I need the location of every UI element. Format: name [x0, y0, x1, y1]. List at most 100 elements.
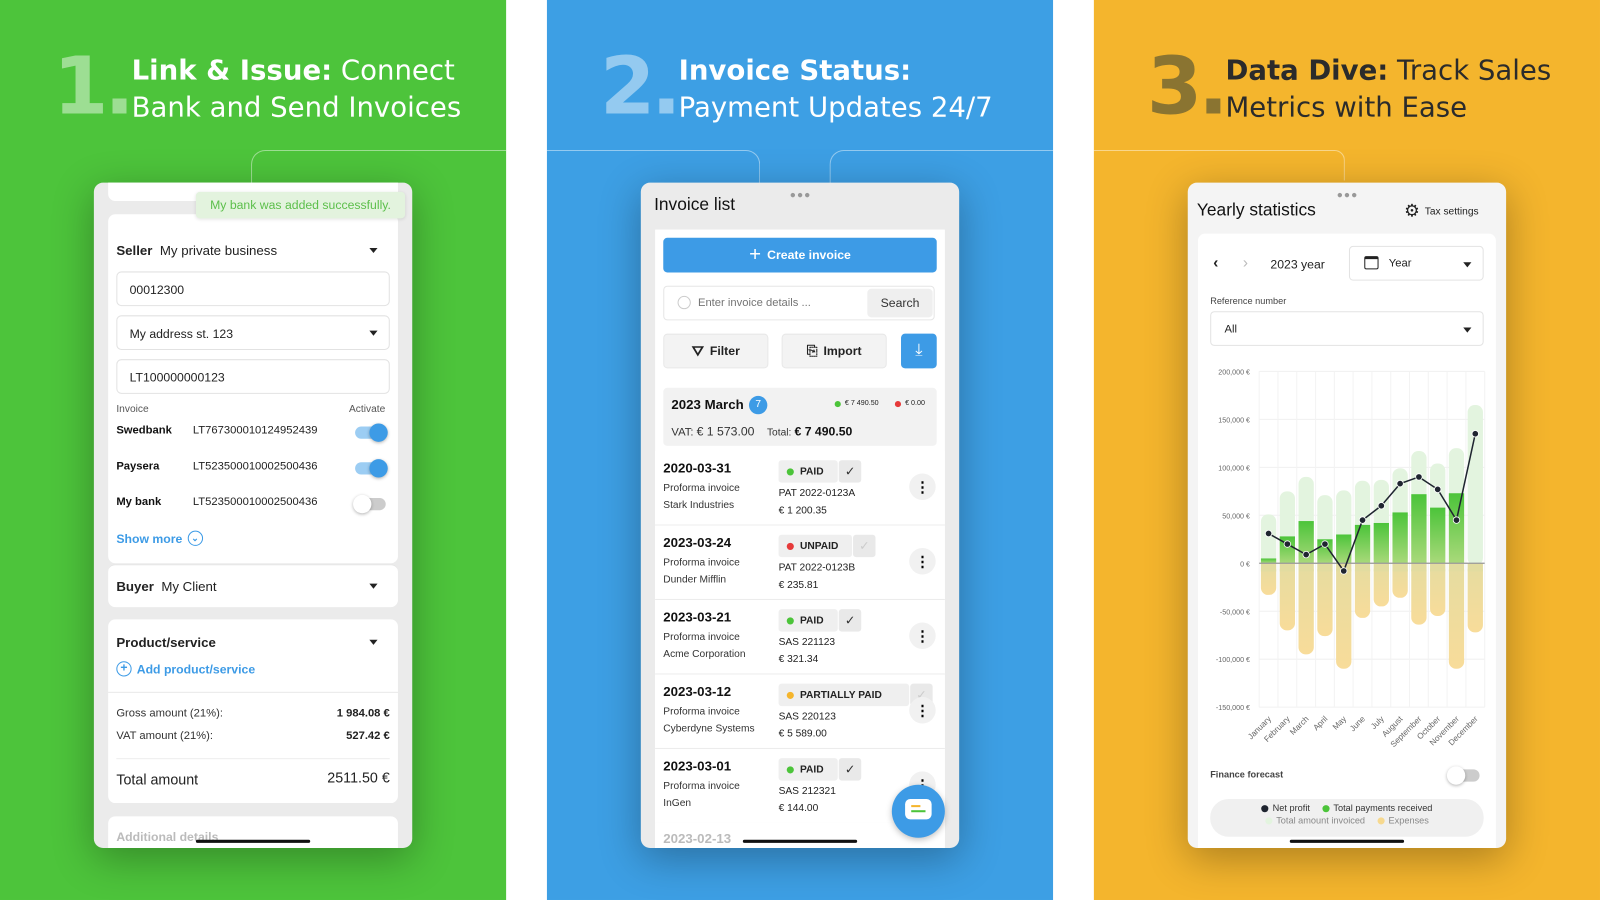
download-icon: ⤓ [915, 341, 923, 360]
bank-activate-toggle[interactable] [353, 494, 386, 514]
bar-expenses-top [1279, 563, 1296, 572]
mark-paid-button[interactable]: ✓ [838, 460, 862, 483]
chevron-down-icon[interactable] [369, 639, 378, 645]
chevron-down-icon[interactable] [369, 247, 378, 254]
import-button[interactable]: ⎘ Import [781, 333, 887, 369]
mark-paid-button[interactable]: ✓ [838, 609, 862, 632]
legend-dot-icon [1377, 816, 1385, 824]
net-profit-point [1471, 430, 1479, 438]
buyer-select[interactable]: Buyer My Client [116, 579, 216, 594]
kebab-icon: ⋮ [915, 478, 930, 495]
net-profit-point [1415, 473, 1423, 481]
bar-expenses-top [1260, 563, 1277, 572]
more-dots-icon: ●●● [789, 189, 812, 202]
bar-received [1354, 524, 1371, 564]
net-profit-point [1396, 479, 1404, 488]
success-toast: My bank was added successfully. [195, 191, 406, 219]
heading-rest: Track Sales [1388, 55, 1552, 87]
buyer-value: My Client [161, 578, 217, 594]
bar-expenses [1354, 563, 1371, 618]
invoice-client: Acme Corporation [663, 648, 746, 661]
more-options-button[interactable]: ⋮ [909, 622, 936, 649]
invoice-date: 2023-03-01 [663, 758, 732, 774]
show-more-link[interactable]: Show more ⌄ [116, 530, 203, 546]
search-input[interactable] [697, 289, 862, 317]
invoice-date: 2023-03-12 [663, 683, 732, 699]
seller-select[interactable]: Seller My private business [116, 243, 277, 258]
more-options-button[interactable]: ⋮ [909, 473, 936, 500]
more-options-button[interactable]: ⋮ [909, 696, 936, 724]
total-value: 2511.50 € [327, 769, 390, 786]
invoice-date: 2023-02-13 [663, 830, 732, 846]
y-tick-label: -50,000 € [1220, 608, 1250, 616]
more-options-button[interactable]: ⋮ [909, 547, 936, 575]
invoice-row[interactable]: 2020-03-31 Proforma invoice Stark Indust… [655, 451, 945, 526]
invoice-row[interactable]: 2023-03-21 Proforma invoice Acme Corpora… [655, 599, 945, 675]
legend-item: Total amount invoiced [1264, 815, 1365, 826]
kebab-icon: ⋮ [915, 627, 930, 644]
create-invoice-button[interactable]: + Create invoice [663, 237, 937, 273]
bank-activate-toggle[interactable] [355, 459, 388, 478]
filter-label: Filter [709, 343, 740, 359]
net-profit-point [1452, 516, 1461, 524]
mark-paid-button[interactable]: ✓ [838, 758, 862, 781]
address-select[interactable]: My address st. 123 [116, 315, 390, 350]
filter-icon: ⛛ [691, 342, 704, 359]
mark-paid-button[interactable]: ✓ [853, 534, 876, 558]
company-code-input[interactable]: 00012300 [116, 271, 390, 307]
panel-invoice-status: 2. Invoice Status: Payment Updates 24/7 ●… [546, 0, 1054, 900]
total-label: Total amount [116, 771, 199, 788]
heading-bold: Invoice Status: [678, 55, 912, 87]
home-indicator [742, 839, 858, 843]
check-icon: ✓ [844, 464, 856, 479]
invoice-ref: SAS 221123 [778, 636, 836, 648]
green-dot-icon [834, 400, 841, 407]
step-number: 1. [53, 40, 135, 133]
status-dot-icon [786, 616, 794, 624]
heading-line2: Bank and Send Invoices [131, 91, 462, 124]
panel-data-dive: 3. Data Dive: Track Sales Metrics with Ea… [1093, 0, 1600, 900]
seller-value: My private business [159, 242, 278, 259]
search-button[interactable]: Search [867, 288, 933, 318]
invoice-ref: PAT 2022-0123A [778, 487, 856, 499]
chevron-down-icon[interactable] [369, 583, 378, 589]
step-number: 2. [599, 40, 682, 133]
chevron-down-circle-icon: ⌄ [187, 530, 203, 546]
toggle-knob [369, 423, 388, 442]
filter-button[interactable]: ⛛ Filter [663, 333, 769, 369]
vat-label: VAT: [671, 426, 694, 439]
home-indicator [1289, 839, 1405, 843]
vat-code-input[interactable]: LT100000000123 [116, 359, 390, 394]
kebab-icon: ⋮ [915, 553, 930, 570]
vat-label: VAT amount (21%): [116, 729, 214, 742]
status-label: PARTIALLY PAID [799, 689, 882, 701]
check-icon: ✓ [844, 613, 856, 628]
bank-activate-toggle[interactable] [355, 423, 388, 442]
invoice-row[interactable]: 2023-03-24 Proforma invoice Dunder Miffl… [655, 525, 945, 600]
download-button[interactable]: ⤓ [901, 333, 937, 369]
x-tick-label: April [1312, 714, 1330, 732]
chevron-down-icon[interactable] [369, 330, 378, 336]
legend-dot-icon [1322, 804, 1330, 812]
add-product-button[interactable]: + Add product/service [116, 661, 255, 677]
status-dot-icon [786, 765, 794, 773]
invoice-amount: € 1 200.35 [778, 505, 827, 517]
status-label: UNPAID [799, 540, 839, 552]
check-icon: ✓ [844, 762, 856, 777]
status-label: PAID [799, 763, 824, 775]
bar-expenses [1298, 563, 1314, 655]
invoice-label: Invoice [116, 404, 149, 416]
invoice-amount: € 235.81 [778, 579, 819, 591]
legend-label: Expenses [1388, 815, 1429, 826]
net-profit-point [1434, 485, 1442, 494]
chat-button[interactable] [891, 784, 945, 838]
invoice-type: Proforma invoice [663, 482, 740, 494]
month-label: 2023 March [671, 396, 744, 413]
invoice-row[interactable]: 2023-03-12 Proforma invoice Cyberdyne Sy… [655, 674, 945, 749]
bar-invoiced [1467, 404, 1483, 566]
status-badge: PAID [778, 460, 838, 483]
y-tick-label: 0 € [1240, 560, 1250, 568]
chart-legend: Net profit Total payments received Total a… [1210, 798, 1484, 837]
seller-label: Seller [116, 242, 153, 259]
forecast-toggle[interactable] [1446, 766, 1480, 785]
